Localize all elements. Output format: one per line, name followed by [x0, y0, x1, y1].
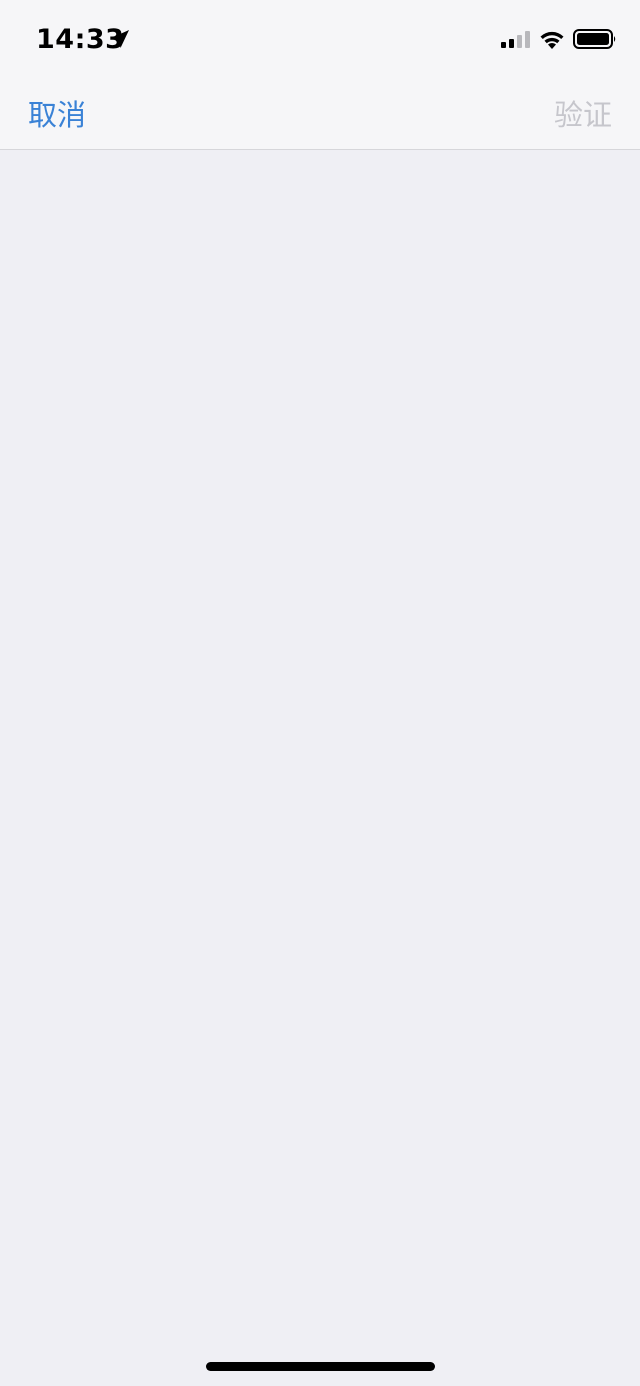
home-indicator[interactable] — [206, 1362, 435, 1371]
wifi-icon — [540, 31, 564, 49]
top-chrome: 14:33 取消 验证 — [0, 0, 640, 150]
location-arrow-icon — [111, 30, 129, 48]
battery-icon — [573, 29, 616, 49]
signal-bar-4 — [525, 31, 530, 48]
content-area — [0, 150, 640, 1386]
cellular-signal-icon — [501, 31, 530, 48]
verify-button[interactable]: 验证 — [554, 92, 612, 134]
signal-bar-1 — [501, 42, 506, 48]
screen: 14:33 取消 验证 — [0, 0, 640, 1386]
status-bar: 14:33 — [0, 0, 640, 78]
nav-bar: 取消 验证 — [0, 78, 640, 150]
cancel-button[interactable]: 取消 — [28, 92, 86, 134]
signal-bar-3 — [517, 35, 522, 48]
signal-bar-2 — [509, 39, 514, 48]
